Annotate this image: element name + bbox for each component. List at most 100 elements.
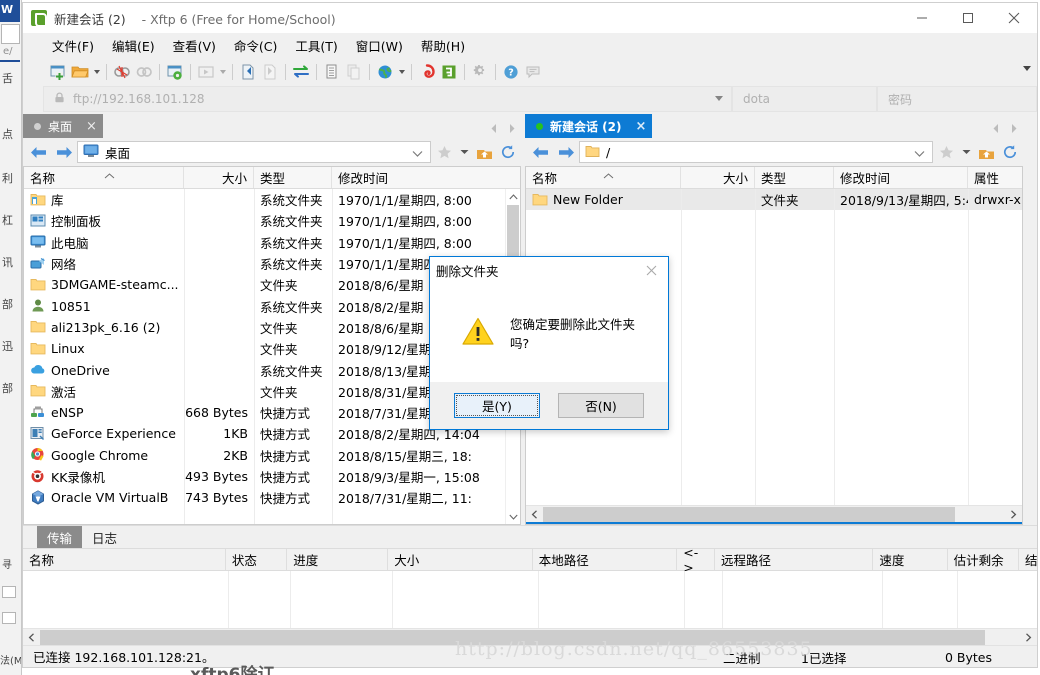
menu-item-edit[interactable]: 编辑(E) (103, 34, 164, 57)
tab-log[interactable]: 日志 (82, 526, 127, 548)
toolbar-separator (495, 63, 496, 80)
local-forward-icon[interactable] (51, 139, 77, 165)
host-dropdown-caret-icon[interactable] (715, 96, 723, 101)
tab-transfer[interactable]: 传输 (37, 526, 83, 548)
disconnect-icon[interactable] (111, 61, 133, 83)
remote-home-icon[interactable] (975, 139, 998, 165)
table-row[interactable]: 库 系统文件夹 1970/1/1/星期四, 8:00 (24, 189, 520, 210)
xshell-icon[interactable] (416, 61, 438, 83)
tab-scroll-right-icon[interactable] (1010, 122, 1019, 134)
remote-column-size[interactable]: 大小 (681, 167, 755, 188)
settings-gear-icon[interactable] (469, 61, 491, 83)
remote-bookmark-star-icon[interactable] (935, 139, 958, 165)
watermark-text-secondary: xftp6除讧 (190, 665, 275, 675)
file-name: 网络 (51, 257, 77, 273)
transfer-column-status[interactable]: 状态 (226, 549, 288, 570)
tab-scroll-right-icon[interactable] (508, 122, 517, 134)
hscroll-left-icon[interactable] (526, 509, 543, 519)
remote-column-name[interactable]: 名称 (526, 167, 681, 188)
hscroll-right-icon[interactable] (1020, 632, 1037, 642)
host-address-input[interactable]: ftp://192.168.101.128 (43, 86, 732, 112)
local-column-date[interactable]: 修改时间 (332, 167, 506, 188)
remote-refresh-icon[interactable] (998, 139, 1021, 165)
open-folder-dropdown-caret-icon[interactable] (91, 61, 102, 83)
table-row[interactable]: 控制面板 系统文件夹 1970/1/1/星期四, 8:00 (24, 210, 520, 231)
toolbar-overflow-icon[interactable] (1023, 66, 1031, 71)
session-properties-icon[interactable] (164, 61, 186, 83)
maximize-icon[interactable] (945, 3, 991, 33)
hscroll-right-icon[interactable] (1005, 509, 1022, 519)
file-size-cell: 2KB (223, 447, 248, 463)
chat-icon[interactable] (522, 61, 544, 83)
remote-bookmark-caret-icon[interactable] (958, 139, 975, 165)
transfer-horizontal-scrollbar[interactable] (23, 628, 1037, 645)
globe-icon[interactable] (374, 61, 396, 83)
hscroll-left-icon[interactable] (23, 632, 40, 642)
remote-column-attrs[interactable]: 属性 (968, 167, 1022, 188)
no-button[interactable]: 否(N) (558, 393, 644, 418)
close-icon[interactable] (991, 3, 1037, 33)
minimize-icon[interactable] (899, 3, 945, 33)
local-column-size[interactable]: 大小 (184, 167, 254, 188)
transfer-column-name[interactable]: 名称 (23, 549, 226, 570)
menu-item-window[interactable]: 窗口(W) (347, 34, 412, 57)
local-bookmark-star-icon[interactable] (433, 139, 456, 165)
table-row[interactable]: 此电脑 系统文件夹 1970/1/1/星期四, 8:00 (24, 232, 520, 253)
new-session-icon[interactable] (47, 61, 69, 83)
copy-icon[interactable] (321, 61, 343, 83)
table-row[interactable]: Google Chrome 2KB 快捷方式 2018/8/15/星期三, 18: (24, 445, 520, 466)
transfer-column-end[interactable]: 结 (1019, 549, 1038, 570)
scroll-up-icon[interactable] (506, 189, 520, 204)
local-column-name[interactable]: 名称 (24, 167, 184, 188)
menu-item-view[interactable]: 查看(V) (164, 34, 225, 57)
remote-path-input[interactable]: / (579, 141, 933, 163)
help-icon[interactable]: ? (500, 61, 522, 83)
transfer-column-remotepath[interactable]: 远程路径 (715, 549, 874, 570)
xftp-icon[interactable] (438, 61, 460, 83)
yes-button[interactable]: 是(Y) (454, 393, 540, 418)
remote-horizontal-scrollbar[interactable] (526, 505, 1022, 522)
menu-item-tools[interactable]: 工具(T) (286, 34, 346, 57)
transfer-column-direction[interactable]: <-> (677, 545, 716, 575)
remote-path-chevron-down-icon[interactable] (914, 147, 925, 161)
local-path-chevron-down-icon[interactable] (412, 147, 423, 161)
table-row[interactable]: KK录像机 493 Bytes 快捷方式 2018/9/3/星期一, 15:08 (24, 466, 520, 487)
transfer-column-eta[interactable]: 估计剩余 (948, 549, 1019, 570)
transfer-column-localpath[interactable]: 本地路径 (533, 549, 678, 570)
tab-scroll-left-icon[interactable] (489, 122, 498, 134)
remote-forward-icon[interactable] (553, 139, 579, 165)
local-refresh-icon[interactable] (496, 139, 519, 165)
menu-item-command[interactable]: 命令(C) (225, 34, 286, 57)
local-tab-close-icon[interactable]: × (86, 119, 97, 134)
transfer-column-progress[interactable]: 进度 (287, 549, 389, 570)
local-tab-desktop[interactable]: 桌面 × (23, 114, 103, 138)
transfer-column-size[interactable]: 大小 (388, 549, 533, 570)
password-input[interactable]: 密码 (877, 86, 1037, 112)
download-icon[interactable] (237, 61, 259, 83)
menu-item-file[interactable]: 文件(F) (43, 34, 103, 57)
globe-dropdown-caret-icon[interactable] (396, 61, 407, 83)
local-back-icon[interactable] (25, 139, 51, 165)
username-input[interactable]: dota (732, 86, 877, 112)
local-path-input[interactable]: 桌面 (77, 141, 431, 163)
remote-column-date[interactable]: 修改时间 (834, 167, 968, 188)
remote-tab-close-icon[interactable]: × (636, 119, 647, 134)
local-bookmark-caret-icon[interactable] (456, 139, 473, 165)
menu-item-help[interactable]: 帮助(H) (412, 34, 474, 57)
sync-transfer-icon[interactable] (290, 61, 312, 83)
remote-back-icon[interactable] (527, 139, 553, 165)
file-name: 激活 (51, 384, 77, 400)
scroll-down-icon[interactable] (506, 509, 520, 524)
remote-column-type[interactable]: 类型 (755, 167, 834, 188)
tab-scroll-left-icon[interactable] (991, 122, 1000, 134)
local-column-type[interactable]: 类型 (254, 167, 332, 188)
close-icon[interactable] (636, 257, 666, 283)
toolbar-separator (316, 63, 317, 80)
local-home-icon[interactable] (473, 139, 496, 165)
table-row[interactable]: Oracle VM VirtualB 743 Bytes 快捷方式 2018/7/31… (24, 487, 520, 508)
transfer-column-speed[interactable]: 速度 (873, 549, 948, 570)
remote-tab-session[interactable]: 新建会话 (2) × (525, 114, 653, 138)
table-row[interactable]: New Folder 文件夹 2018/9/13/星期四, 5:48 drwxr-xr… (526, 189, 1022, 211)
open-folder-icon[interactable] (69, 61, 91, 83)
status-selection-count: 1已选择 (801, 650, 847, 666)
